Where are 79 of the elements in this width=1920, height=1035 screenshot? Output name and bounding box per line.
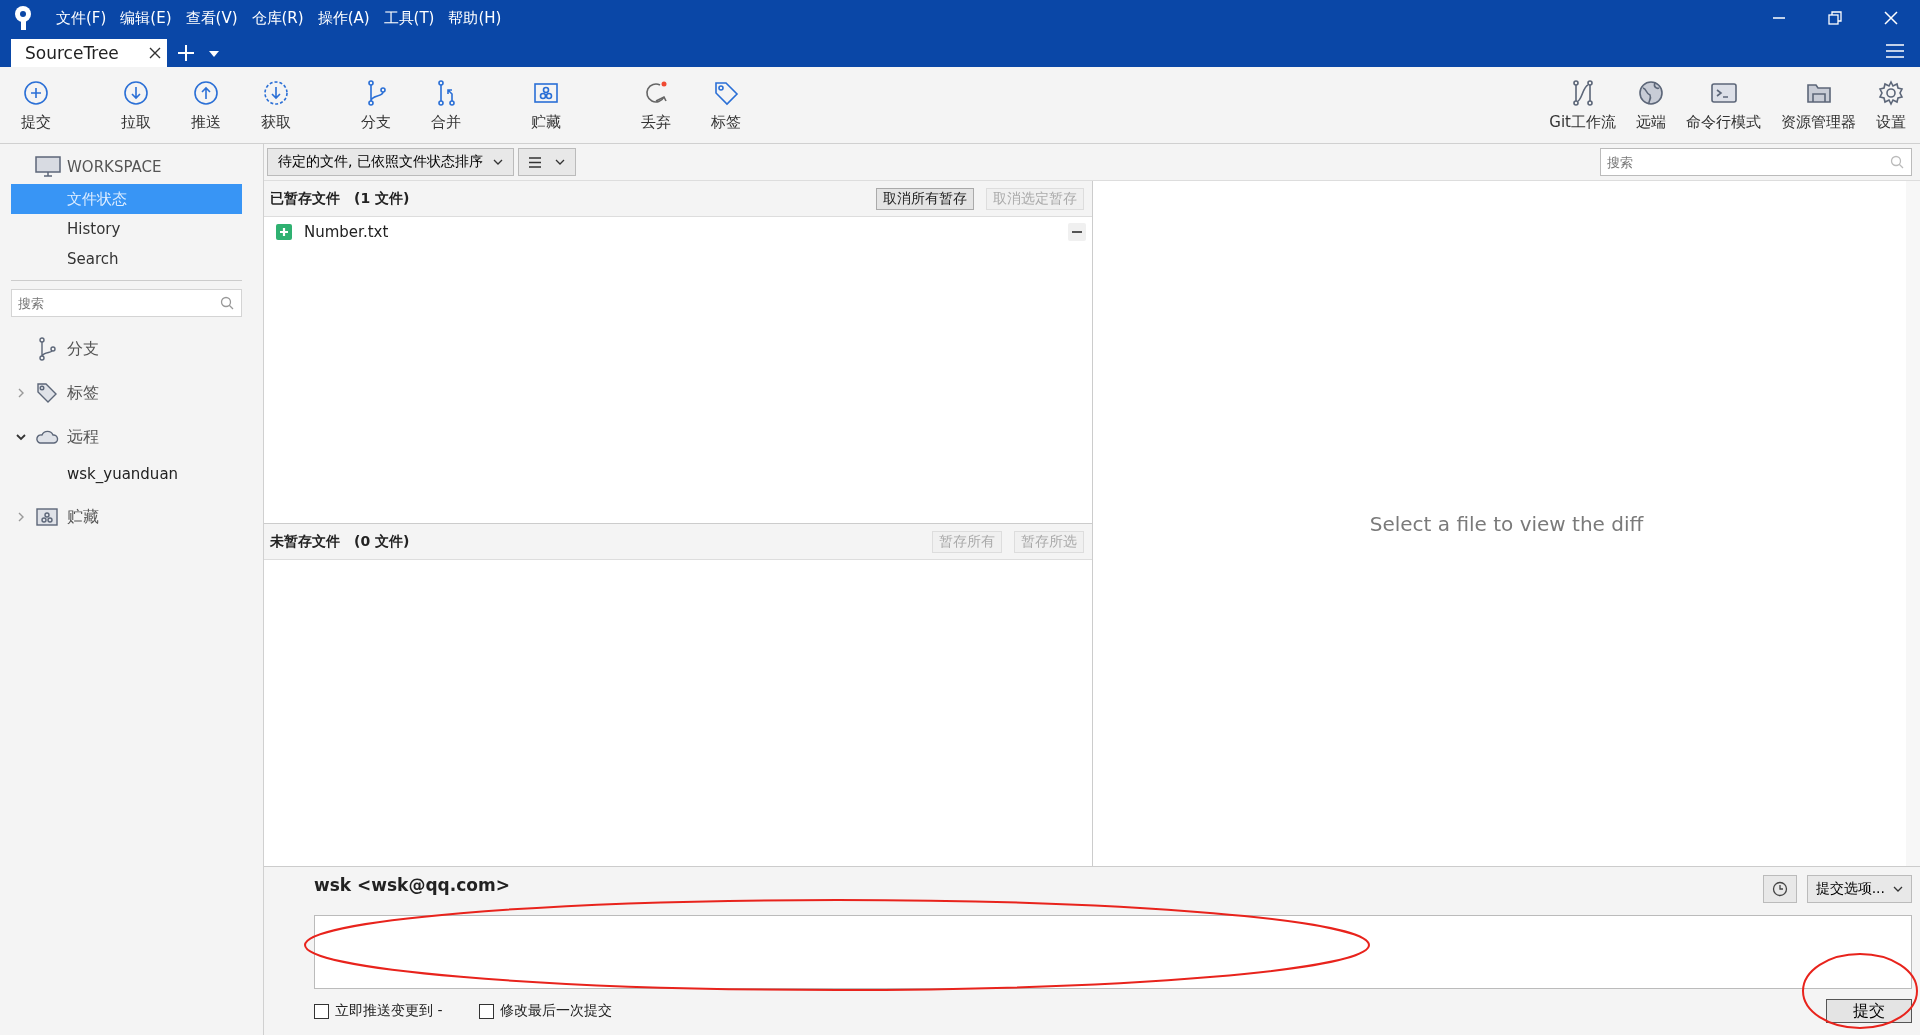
sidebar-section[interactable]: 远程 — [67, 426, 99, 448]
chevron-right-icon[interactable] — [16, 388, 26, 398]
remote-item[interactable]: wsk_yuanduan — [11, 459, 242, 495]
plus-icon[interactable] — [176, 44, 195, 62]
monitor-icon — [35, 156, 61, 178]
tag-icon — [35, 381, 59, 405]
search-field[interactable]: 搜索 — [11, 289, 242, 317]
menu-item[interactable]: 文件(F) — [56, 8, 107, 28]
close-icon[interactable] — [148, 47, 161, 59]
chevron-down-icon — [492, 159, 503, 165]
toolbar-icon — [1637, 78, 1665, 107]
menu-item[interactable]: 工具(T) — [383, 8, 435, 28]
sort-dropdown[interactable]: 待定的文件, 已依照文件状态排序 — [267, 148, 514, 176]
checkbox-label[interactable]: 修改最后一次提交 — [499, 1002, 612, 1020]
sidebar-item[interactable]: Search — [11, 244, 242, 274]
toolbar-button[interactable]: 提交 — [6, 67, 66, 143]
file-name[interactable]: Number.txt — [304, 223, 389, 241]
chevron-down-icon[interactable] — [16, 432, 26, 442]
toolbar-button[interactable]: 标签 — [696, 67, 756, 143]
chevron-down-icon — [554, 159, 565, 165]
sidebar-section[interactable]: 贮藏 — [67, 506, 99, 528]
toolbar-button[interactable]: 拉取 — [106, 67, 166, 143]
list-icon — [528, 156, 541, 168]
stash-icon — [35, 505, 59, 529]
toolbar-button[interactable]: 分支 — [346, 67, 406, 143]
toolbar-icon — [22, 78, 50, 107]
workspace-heading: WORKSPACE — [67, 158, 162, 176]
checkbox[interactable] — [314, 1003, 329, 1019]
section-title: 已暂存文件 — [270, 189, 340, 208]
chevron-right-icon[interactable] — [16, 512, 26, 522]
toolbar-button[interactable]: Git工作流 — [1543, 67, 1622, 143]
history-button[interactable] — [1762, 875, 1797, 903]
tab-label: SourceTree — [25, 43, 119, 63]
diff-placeholder: Select a file to view the diff — [1369, 511, 1644, 536]
menu-item[interactable]: 帮助(H) — [448, 8, 502, 28]
commit-button[interactable]: 提交 — [1826, 999, 1912, 1023]
view-dropdown[interactable] — [517, 148, 576, 176]
toolbar-icon — [262, 78, 290, 107]
sidebar-section[interactable]: 标签 — [67, 382, 99, 404]
caret-icon[interactable] — [208, 51, 219, 57]
commit-options-dropdown[interactable]: 提交选项... — [1806, 875, 1912, 903]
search-icon — [1890, 155, 1904, 169]
logo-icon — [12, 5, 34, 31]
chevron-down-icon — [1893, 886, 1903, 892]
toolbar-button[interactable]: 远端 — [1630, 67, 1672, 143]
toolbar-button[interactable]: 获取 — [246, 67, 306, 143]
file-count: (1 文件) — [354, 189, 410, 208]
author-label: wsk <wsk@qq.com> — [314, 875, 510, 895]
search-icon — [220, 296, 234, 310]
toolbar-button[interactable]: 丢弃 — [626, 67, 686, 143]
unstage-icon[interactable] — [1068, 223, 1086, 241]
toolbar-button[interactable]: 合并 — [416, 67, 476, 143]
menu-icon[interactable] — [1886, 44, 1904, 58]
sidebar-item[interactable]: History — [11, 214, 242, 244]
search-field[interactable]: 搜索 — [1600, 148, 1912, 176]
clock-icon — [1771, 881, 1788, 897]
repo-tab[interactable]: SourceTree — [11, 39, 167, 67]
checkbox-label[interactable]: 立即推送变更到 - — [335, 1002, 443, 1020]
file-count: (0 文件) — [354, 532, 410, 551]
toolbar-icon — [122, 78, 150, 107]
commit-message-field[interactable] — [314, 915, 1912, 989]
toolbar-button[interactable]: 命令行模式 — [1680, 67, 1767, 143]
diff-viewer[interactable]: Select a file to view the diff — [1093, 181, 1920, 866]
checkbox[interactable] — [478, 1003, 494, 1019]
menu-item[interactable]: 操作(A) — [317, 8, 370, 28]
toolbar-icon — [1877, 78, 1905, 107]
toolbar-button[interactable]: 推送 — [176, 67, 236, 143]
stage-button[interactable]: 取消所有暂存 — [876, 187, 974, 210]
menu-item[interactable]: 编辑(E) — [120, 8, 172, 28]
added-file-icon — [276, 224, 292, 240]
section-title: 未暂存文件 — [270, 532, 340, 551]
toolbar-button[interactable]: 资源管理器 — [1775, 67, 1862, 143]
menu-item[interactable]: 查看(V) — [185, 8, 238, 28]
toolbar-button[interactable]: 贮藏 — [516, 67, 576, 143]
sidebar-section[interactable]: 分支 — [67, 338, 99, 360]
toolbar-icon — [192, 78, 220, 107]
toolbar-button[interactable]: 设置 — [1870, 67, 1912, 143]
restore-icon[interactable] — [1828, 11, 1842, 25]
menu-item[interactable]: 仓库(R) — [251, 8, 304, 28]
